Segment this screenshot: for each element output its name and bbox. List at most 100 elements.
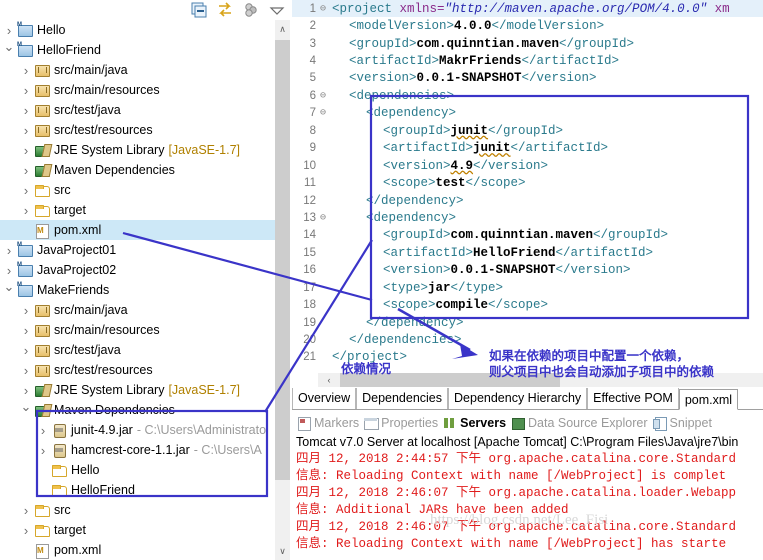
chevron-right-icon[interactable]: [19, 143, 33, 158]
bottom-view-tab[interactable]: Markers: [296, 416, 359, 431]
tree-item[interactable]: JavaProject02: [0, 260, 275, 280]
chevron-right-icon[interactable]: [19, 363, 33, 378]
chevron-right-icon[interactable]: [19, 503, 33, 518]
chevron-right-icon[interactable]: [19, 383, 33, 398]
pom-xml-editor[interactable]: 1 ⊖ <project xmlns="http://maven.apache.or…: [292, 0, 763, 372]
scrollbar-thumb[interactable]: [275, 40, 290, 480]
scroll-down-icon[interactable]: ∨: [275, 542, 290, 560]
chevron-right-icon[interactable]: [19, 103, 33, 118]
view-menu-icon[interactable]: [242, 1, 260, 19]
editor-tab-bar[interactable]: Overview Dependencies Dependency Hierarchy…: [292, 388, 763, 410]
tree-item[interactable]: pom.xml: [0, 220, 275, 240]
chevron-right-icon[interactable]: [19, 343, 33, 358]
chevron-right-icon[interactable]: [19, 203, 33, 218]
scroll-up-icon[interactable]: ∧: [275, 20, 290, 38]
chevron-right-icon[interactable]: [19, 523, 33, 538]
tree-item[interactable]: Maven Dependencies: [0, 160, 275, 180]
chevron-right-icon[interactable]: [19, 323, 33, 338]
tree-item[interactable]: src/main/java: [0, 60, 275, 80]
line-number: 15: [303, 246, 316, 259]
collapse-all-icon[interactable]: [190, 1, 208, 19]
tree-item[interactable]: src: [0, 180, 275, 200]
editor-tab[interactable]: Effective POM: [587, 388, 679, 409]
code-token: 4.9: [450, 158, 474, 173]
tree-item[interactable]: Hello: [0, 20, 275, 40]
code-token: <dependencies>: [349, 88, 455, 103]
tree-item[interactable]: Hello: [0, 460, 275, 480]
editor-tab[interactable]: Overview: [292, 388, 357, 409]
code-text: </dependency>: [328, 194, 464, 208]
editor-tab[interactable]: pom.xml: [678, 389, 739, 410]
bottom-view-tab[interactable]: Snippet: [652, 416, 712, 431]
tree-item[interactable]: src/main/resources: [0, 80, 275, 100]
tree-item-label: JavaProject02: [37, 263, 117, 277]
fold-toggle-icon[interactable]: ⊖: [318, 3, 328, 15]
code-token: <scope>: [383, 298, 436, 313]
scroll-left-icon[interactable]: ‹: [318, 373, 340, 387]
tree-item[interactable]: pom.xml: [0, 540, 275, 560]
bottom-view-tab[interactable]: Data Source Explorer: [510, 416, 648, 430]
editor-tab[interactable]: Dependencies: [356, 388, 449, 409]
line-number: 7: [309, 107, 316, 120]
tree-item[interactable]: JRE System Library[JavaSE-1.7]: [0, 380, 275, 400]
link-with-editor-icon[interactable]: [216, 1, 234, 19]
markers-icon: [296, 416, 311, 431]
chevron-right-icon[interactable]: [19, 303, 33, 318]
tree-item-label: src/main/resources: [54, 83, 160, 97]
code-text: <version>0.0.1-SNAPSHOT</version>: [328, 263, 631, 277]
tree-item[interactable]: JRE System Library[JavaSE-1.7]: [0, 140, 275, 160]
tree-item[interactable]: src: [0, 500, 275, 520]
bottom-view-tab[interactable]: Servers: [442, 416, 506, 430]
explorer-scrollbar[interactable]: ∧ ∨: [275, 20, 290, 560]
tree-item[interactable]: src/main/java: [0, 300, 275, 320]
code-token: <dependency>: [366, 106, 457, 121]
tree-item[interactable]: hamcrest-core-1.1.jar- C:\Users\A: [0, 440, 275, 460]
tree-item[interactable]: target: [0, 520, 275, 540]
tree-item[interactable]: src/main/resources: [0, 320, 275, 340]
code-token: </scope>: [465, 176, 526, 191]
code-token: </version>: [555, 263, 631, 278]
tree-item[interactable]: src/test/java: [0, 340, 275, 360]
chevron-right-icon[interactable]: [19, 83, 33, 98]
tree-item[interactable]: junit-4.9.jar- C:\Users\Administrato: [0, 420, 275, 440]
pkg-icon: [33, 322, 51, 338]
server-console[interactable]: Tomcat v7.0 Server at localhost [Apache …: [292, 434, 763, 560]
tree-item[interactable]: src/test/resources: [0, 120, 275, 140]
tree-item-label: src: [54, 503, 71, 517]
tree-item[interactable]: Maven Dependencies: [0, 400, 275, 420]
console-line: 信息: Reloading Context with name [/WebPro…: [296, 469, 727, 483]
fold-toggle-icon[interactable]: ⊖: [318, 107, 328, 119]
chevron-right-icon[interactable]: [19, 123, 33, 138]
line-number: 14: [303, 229, 316, 242]
tree-item[interactable]: src/test/resources: [0, 360, 275, 380]
chevron-right-icon[interactable]: [36, 443, 50, 458]
chevron-down-icon[interactable]: [19, 402, 33, 418]
tree-item[interactable]: JavaProject01: [0, 240, 275, 260]
fold-toggle-icon[interactable]: ⊖: [318, 90, 328, 102]
chevron-right-icon[interactable]: [36, 423, 50, 438]
tree-item[interactable]: target: [0, 200, 275, 220]
tree-item-suffix: [JavaSE-1.7]: [168, 143, 241, 157]
snippet-icon: [652, 416, 667, 431]
code-text: <type>jar</type>: [328, 281, 503, 295]
chevron-right-icon[interactable]: [19, 163, 33, 178]
line-number: 19: [303, 316, 316, 329]
bottom-view-tab[interactable]: Properties: [363, 416, 438, 430]
chevron-right-icon[interactable]: [19, 183, 33, 198]
tree-item[interactable]: MakeFriends: [0, 280, 275, 300]
chevron-right-icon[interactable]: [2, 263, 16, 278]
project-tree[interactable]: Hello HelloFriend src/main/java src/main/re…: [0, 20, 275, 560]
tree-item[interactable]: HelloFriend: [0, 40, 275, 60]
chevron-down-icon[interactable]: [2, 42, 16, 58]
fold-toggle-icon[interactable]: ⊖: [318, 212, 328, 224]
chevron-right-icon[interactable]: [2, 243, 16, 258]
code-line: 1 ⊖ <project xmlns="http://maven.apache.or…: [292, 0, 763, 18]
chevron-down-icon[interactable]: [268, 1, 286, 19]
tree-item[interactable]: HelloFriend: [0, 480, 275, 500]
chevron-right-icon[interactable]: [19, 63, 33, 78]
editor-tab[interactable]: Dependency Hierarchy: [448, 388, 588, 409]
chevron-right-icon[interactable]: [2, 23, 16, 38]
tree-item[interactable]: src/test/java: [0, 100, 275, 120]
bottom-view-tab-bar[interactable]: Markers Properties Servers Data Source Expl…: [292, 412, 763, 434]
chevron-down-icon[interactable]: [2, 282, 16, 298]
